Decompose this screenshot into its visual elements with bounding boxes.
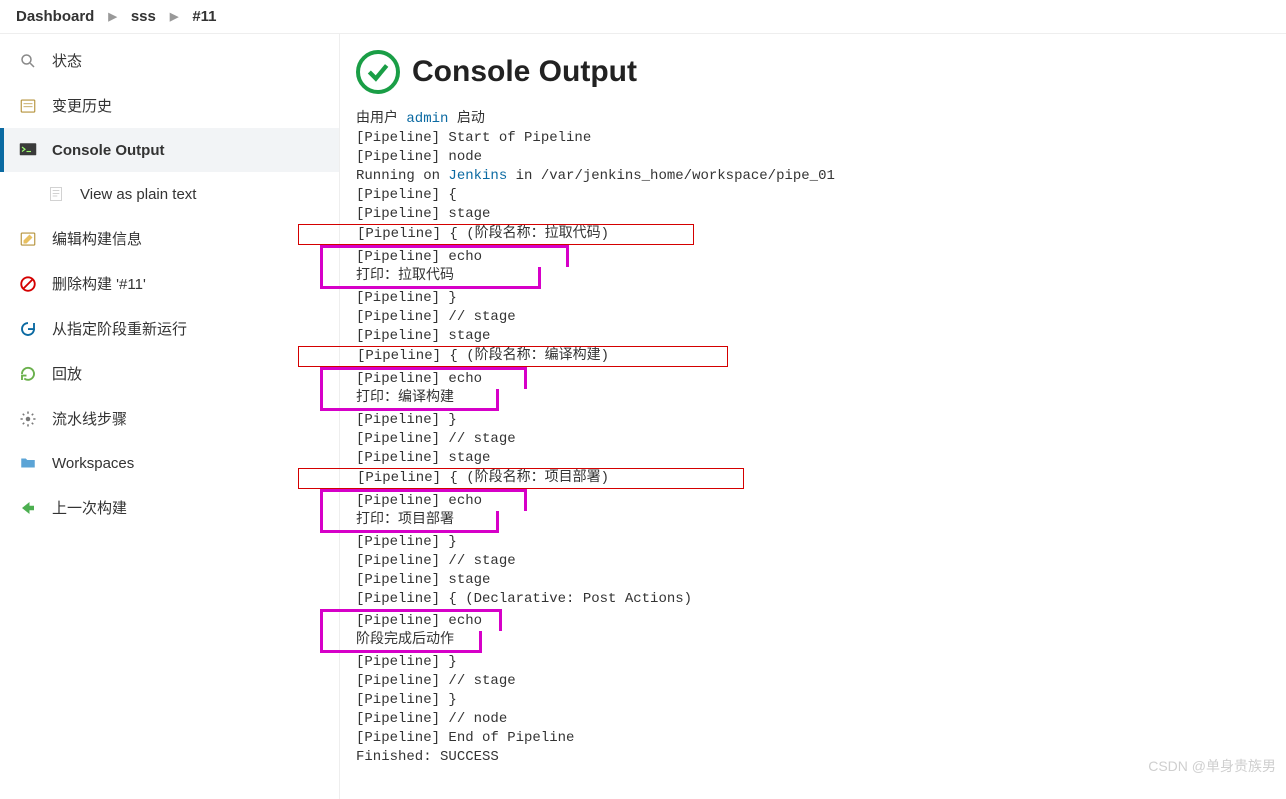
crumb-dashboard[interactable]: Dashboard xyxy=(16,8,94,25)
sidebar-item-delete-build[interactable]: 删除构建 '#11' xyxy=(0,261,339,306)
sidebar-item-label: 流水线步骤 xyxy=(52,408,127,429)
highlight-stage-3: [Pipeline] { (阶段名称：项目部署) xyxy=(356,468,1286,489)
console-line: [Pipeline] // stage xyxy=(356,552,1286,571)
console-line: 由用户 admin 启动 xyxy=(356,110,1286,129)
crumb-build[interactable]: #11 xyxy=(192,8,216,25)
main-content: Console Output 由用户 admin 启动 [Pipeline] S… xyxy=(340,34,1286,799)
console-line: [Pipeline] Start of Pipeline xyxy=(356,129,1286,148)
highlight-stage-1: [Pipeline] { (阶段名称：拉取代码) xyxy=(356,224,1286,245)
page-title-row: Console Output xyxy=(356,50,1286,94)
console-line: [Pipeline] // stage xyxy=(356,430,1286,449)
crumb-job[interactable]: sss xyxy=(131,8,156,25)
sidebar-item-label: 变更历史 xyxy=(52,95,112,116)
page-title: Console Output xyxy=(412,55,637,89)
sidebar-item-pipeline-steps[interactable]: 流水线步骤 xyxy=(0,396,339,441)
console-line: [Pipeline] // node xyxy=(356,710,1286,729)
document-icon xyxy=(46,184,66,204)
node-link[interactable]: Jenkins xyxy=(448,168,507,184)
console-line: [Pipeline] { xyxy=(356,186,1286,205)
console-line: [Pipeline] stage xyxy=(356,327,1286,346)
sidebar-item-label: 删除构建 '#11' xyxy=(52,273,146,294)
breadcrumb: Dashboard ▶ sss ▶ #11 xyxy=(0,0,1286,34)
console-line: [Pipeline] // stage xyxy=(356,672,1286,691)
user-link[interactable]: admin xyxy=(406,111,448,127)
console-line: [Pipeline] stage xyxy=(356,449,1286,468)
highlight-print-2: 打印：编译构建 xyxy=(356,389,1286,411)
sidebar-item-edit-build[interactable]: 编辑构建信息 xyxy=(0,216,339,261)
sidebar-item-label: 从指定阶段重新运行 xyxy=(52,318,187,339)
highlight-print-1: 打印：拉取代码 xyxy=(356,267,1286,289)
highlight-print-3: 打印：项目部署 xyxy=(356,511,1286,533)
sidebar-item-workspaces[interactable]: Workspaces xyxy=(0,441,339,485)
history-icon xyxy=(18,96,38,116)
console-line: [Pipeline] stage xyxy=(356,205,1286,224)
highlight-echo-2: [Pipeline] echo xyxy=(356,367,1286,389)
console-line: Finished: SUCCESS xyxy=(356,748,1286,767)
sidebar-item-changes[interactable]: 变更历史 xyxy=(0,83,339,128)
highlight-stage-2: [Pipeline] { (阶段名称：编译构建) xyxy=(356,346,1286,367)
sidebar-item-previous-build[interactable]: 上一次构建 xyxy=(0,485,339,530)
console-line: [Pipeline] End of Pipeline xyxy=(356,729,1286,748)
sidebar-item-label: View as plain text xyxy=(80,186,196,203)
delete-icon xyxy=(18,274,38,294)
gear-icon xyxy=(18,409,38,429)
edit-icon xyxy=(18,229,38,249)
chevron-right-icon: ▶ xyxy=(108,10,116,23)
restart-icon xyxy=(18,319,38,339)
console-line: Running on Jenkins in /var/jenkins_home/… xyxy=(356,167,1286,186)
sidebar: 状态 变更历史 Console Output View as plain tex… xyxy=(0,34,340,799)
sidebar-item-label: Workspaces xyxy=(52,455,134,472)
sidebar-item-label: 回放 xyxy=(52,363,82,384)
sidebar-item-console-output[interactable]: Console Output xyxy=(0,128,339,172)
console-line: [Pipeline] node xyxy=(356,148,1286,167)
watermark: CSDN @单身贵族男 xyxy=(1148,756,1276,776)
sidebar-item-status[interactable]: 状态 xyxy=(0,38,339,83)
sidebar-item-label: 编辑构建信息 xyxy=(52,228,142,249)
console-output: 由用户 admin 启动 [Pipeline] Start of Pipelin… xyxy=(356,110,1286,767)
console-line: [Pipeline] { (Declarative: Post Actions) xyxy=(356,590,1286,609)
sidebar-item-label: 上一次构建 xyxy=(52,497,127,518)
sidebar-item-plain-text[interactable]: View as plain text xyxy=(0,172,339,216)
terminal-icon xyxy=(18,140,38,160)
sidebar-item-replay[interactable]: 回放 xyxy=(0,351,339,396)
console-line: [Pipeline] } xyxy=(356,289,1286,308)
folder-icon xyxy=(18,453,38,473)
highlight-print-4: 阶段完成后动作 xyxy=(356,631,1286,653)
console-line: [Pipeline] } xyxy=(356,691,1286,710)
highlight-echo-1: [Pipeline] echo xyxy=(356,245,1286,267)
sidebar-item-restart-stage[interactable]: 从指定阶段重新运行 xyxy=(0,306,339,351)
replay-icon xyxy=(18,364,38,384)
console-line: [Pipeline] } xyxy=(356,653,1286,672)
search-icon xyxy=(18,51,38,71)
highlight-echo-4: [Pipeline] echo xyxy=(356,609,1286,631)
sidebar-item-label: Console Output xyxy=(52,142,165,159)
console-line: [Pipeline] } xyxy=(356,533,1286,552)
console-line: [Pipeline] // stage xyxy=(356,308,1286,327)
console-line: [Pipeline] stage xyxy=(356,571,1286,590)
chevron-right-icon: ▶ xyxy=(170,10,178,23)
sidebar-item-label: 状态 xyxy=(52,50,82,71)
console-line: [Pipeline] } xyxy=(356,411,1286,430)
success-icon xyxy=(356,50,400,94)
highlight-echo-3: [Pipeline] echo xyxy=(356,489,1286,511)
arrow-left-icon xyxy=(18,498,38,518)
